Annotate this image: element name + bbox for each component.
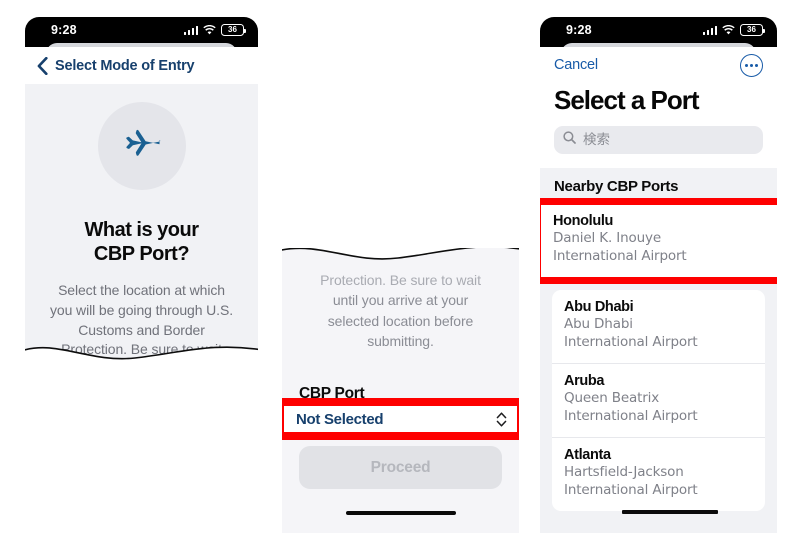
battery-level: 36 xyxy=(228,25,237,34)
sheet-toolbar: Cancel xyxy=(540,47,777,83)
battery-icon: 36 xyxy=(740,24,766,36)
search-bar[interactable] xyxy=(554,126,763,154)
port-description-line-2: International Airport xyxy=(553,247,687,264)
port-description: Queen Beatrix International Airport xyxy=(564,390,753,426)
status-bar-clock: 9:28 xyxy=(51,23,77,37)
screen-content: What is your CBP Port? Select the locati… xyxy=(25,84,258,362)
status-bar-indicators: 36 xyxy=(702,24,766,36)
port-list-item[interactable]: Aruba Queen Beatrix International Airpor… xyxy=(552,362,765,437)
port-description-line-2: International Airport xyxy=(564,333,698,350)
port-description-line-1: Daniel K. Inouye xyxy=(553,230,662,246)
cancel-button[interactable]: Cancel xyxy=(554,57,598,73)
hero-body-line-1: Select the location at which xyxy=(58,281,225,298)
wifi-icon xyxy=(203,25,216,35)
hero-body-text: Select the location at which you will be… xyxy=(41,281,242,361)
screen-content: Protection. Be sure to wait until you ar… xyxy=(282,248,519,533)
ellipsis-circle-icon[interactable] xyxy=(740,53,763,77)
form-body-line-4: submitting. xyxy=(367,332,434,349)
port-name: Honolulu xyxy=(553,213,614,229)
hero-heading-line-2: CBP Port? xyxy=(93,243,190,266)
port-description: Hartsfield-Jackson International Airport xyxy=(564,464,753,500)
port-description-line-2: International Airport xyxy=(564,481,698,498)
search-input[interactable] xyxy=(583,132,754,148)
port-list-card: Abu Dhabi Abu Dhabi International Airpor… xyxy=(552,290,765,511)
proceed-button-label: Proceed xyxy=(370,458,431,476)
modal-sheet: Select Mode of Entry What is your CBP Po… xyxy=(25,47,258,362)
chevron-left-icon[interactable] xyxy=(37,56,48,75)
port-description: Abu Dhabi International Airport xyxy=(564,316,753,352)
port-description-line-1: Abu Dhabi xyxy=(564,316,633,332)
port-list-item[interactable]: Atlanta Hartsfield-Jackson International… xyxy=(552,436,765,511)
phone-screen-select-a-port: 9:28 36 Cancel Select a Port 検索 Nearby C… xyxy=(540,17,777,533)
sheet-title: Select a Port xyxy=(554,85,700,115)
wifi-icon xyxy=(722,25,735,35)
page-title: Select Mode of Entry xyxy=(55,57,195,74)
form-body-line-1: Protection. Be sure to wait xyxy=(320,272,481,288)
hero-body-line-4: Protection. Be sure to wait xyxy=(61,341,222,358)
port-description-line-1: Queen Beatrix xyxy=(564,389,660,406)
modal-sheet: Cancel Select a Port Nearby CBP Ports Ho… xyxy=(540,47,777,533)
battery-level: 36 xyxy=(747,25,756,34)
port-name: Aruba xyxy=(564,372,605,389)
status-bar-indicators: 36 xyxy=(183,24,247,36)
search-container xyxy=(540,126,777,168)
cellular-bars-icon xyxy=(702,25,717,35)
port-list: Nearby CBP Ports Honolulu Daniel K. Inou… xyxy=(540,168,777,533)
port-description: Daniel K. Inouye International Airport xyxy=(553,230,766,266)
cellular-bars-icon xyxy=(183,25,198,35)
port-list-item-honolulu[interactable]: Honolulu Daniel K. Inouye International … xyxy=(541,205,777,277)
cbp-port-select[interactable]: Not Selected xyxy=(284,406,517,432)
highlight-annotation-select: Not Selected xyxy=(282,398,519,440)
home-indicator xyxy=(345,510,456,515)
airplane-icon xyxy=(97,102,186,190)
hero-body-line-2: you will be going through U.S. xyxy=(50,301,233,318)
port-name: Abu Dhabi xyxy=(564,299,634,315)
form-body-line-2: until you arrive at your xyxy=(332,292,469,309)
form-body-text: Protection. Be sure to wait until you ar… xyxy=(299,270,502,351)
phone-screen-mode-of-entry: 9:28 36 Select Mode of Entry What is you… xyxy=(25,17,258,362)
port-name: Atlanta xyxy=(564,446,611,463)
phone-screen-cbp-port-form: Protection. Be sure to wait until you ar… xyxy=(282,248,519,533)
cbp-port-select-value: Not Selected xyxy=(296,410,384,428)
hero-body-line-3: Customs and Border xyxy=(78,321,205,338)
torn-edge-divider xyxy=(282,248,519,260)
navigation-bar: Select Mode of Entry xyxy=(25,47,258,84)
port-description-line-1: Hartsfield-Jackson xyxy=(564,463,684,480)
crop-edge-marker xyxy=(622,510,718,514)
hero-heading-line-1: What is your xyxy=(84,219,199,241)
up-down-chevron-icon xyxy=(496,411,507,428)
search-icon xyxy=(563,131,576,149)
port-description-line-2: International Airport xyxy=(564,407,698,424)
hero-heading: What is your CBP Port? xyxy=(41,218,242,267)
status-bar-clock: 9:28 xyxy=(566,23,592,37)
form-body-line-3: selected location before xyxy=(327,312,474,329)
proceed-button[interactable]: Proceed xyxy=(299,446,502,489)
highlight-annotation-honolulu: Honolulu Daniel K. Inouye International … xyxy=(540,198,777,284)
battery-icon: 36 xyxy=(221,24,247,36)
port-list-item[interactable]: Abu Dhabi Abu Dhabi International Airpor… xyxy=(552,290,765,363)
